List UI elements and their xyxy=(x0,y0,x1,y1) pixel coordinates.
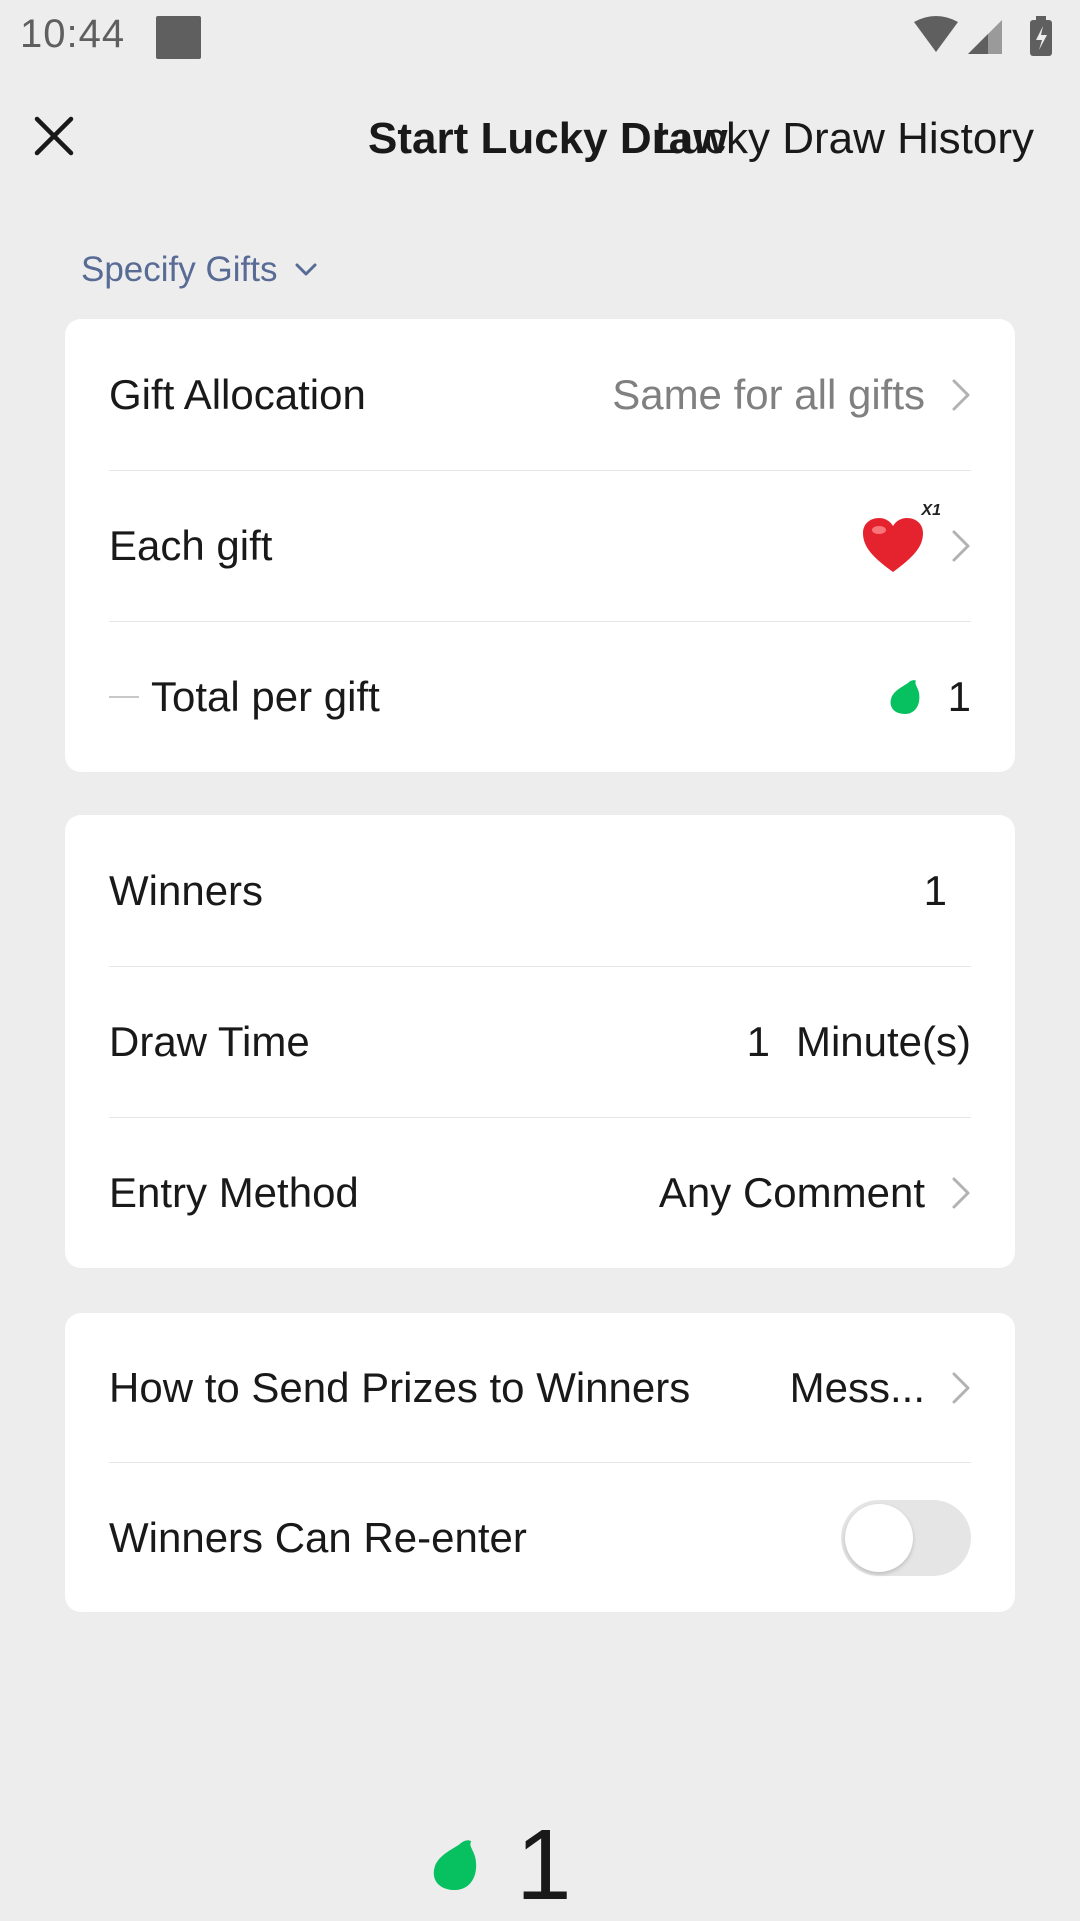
draw-time-row[interactable]: Draw Time 1 Minute(s) xyxy=(109,966,971,1117)
gift-count: X1 xyxy=(921,502,941,519)
specify-gifts-dropdown[interactable]: Specify Gifts xyxy=(81,250,317,290)
divider-dash xyxy=(109,696,139,698)
each-gift-label: Each gift xyxy=(109,522,273,569)
gift-allocation-label: Gift Allocation xyxy=(109,370,366,418)
specify-gifts-label: Specify Gifts xyxy=(81,250,278,289)
header: Start Lucky Draw Lucky Draw History xyxy=(0,76,1080,206)
total-per-gift-row: Total per gift 1 xyxy=(109,621,971,772)
history-link[interactable]: Lucky Draw History xyxy=(655,114,1034,164)
chevron-right-icon xyxy=(952,1177,970,1209)
entry-method-label: Entry Method xyxy=(109,1169,359,1216)
reenter-label: Winners Can Re-enter xyxy=(109,1513,527,1561)
wifi-icon xyxy=(914,16,958,52)
notification-icon xyxy=(156,16,201,59)
send-prizes-label: How to Send Prizes to Winners xyxy=(109,1363,691,1411)
total-per-gift-label: Total per gift xyxy=(151,673,380,720)
draw-time-label: Draw Time xyxy=(109,1018,310,1065)
status-time: 10:44 xyxy=(20,12,126,56)
coin-icon xyxy=(890,680,920,714)
coin-icon xyxy=(433,1840,477,1890)
close-icon xyxy=(34,116,74,156)
heart-gift-icon: X1 xyxy=(861,502,941,576)
prize-card: How to Send Prizes to Winners Mess... Wi… xyxy=(65,1313,1015,1612)
gift-allocation-value: Same for all gifts xyxy=(612,370,925,418)
chevron-down-icon xyxy=(295,263,317,276)
close-button[interactable] xyxy=(24,106,84,166)
chevron-right-icon xyxy=(952,1372,970,1403)
status-bar: 10:44 xyxy=(0,0,1080,76)
entry-method-row[interactable]: Entry Method Any Comment xyxy=(109,1117,971,1268)
settings-card: Winners 1 Draw Time 1 Minute(s) Entry Me… xyxy=(65,815,1015,1268)
chevron-right-icon xyxy=(952,530,970,562)
draw-time-value[interactable]: 1 xyxy=(747,1018,770,1066)
gift-allocation-row[interactable]: Gift Allocation Same for all gifts xyxy=(109,319,971,470)
bottom-total-value: 1 xyxy=(516,1809,572,1921)
total-per-gift-value: 1 xyxy=(947,673,971,720)
toggle-knob xyxy=(845,1503,913,1572)
reenter-toggle[interactable] xyxy=(841,1499,971,1576)
signal-icon xyxy=(968,20,1002,54)
winners-row[interactable]: Winners 1 xyxy=(109,815,971,966)
battery-icon xyxy=(1030,16,1052,56)
entry-method-value: Any Comment xyxy=(658,1169,925,1216)
winners-value[interactable]: 1 xyxy=(924,867,947,915)
status-icons xyxy=(912,14,1062,60)
chevron-right-icon xyxy=(952,379,970,410)
winners-label: Winners xyxy=(109,866,264,914)
draw-time-unit: Minute(s) xyxy=(795,1018,971,1065)
send-prizes-row[interactable]: How to Send Prizes to Winners Mess... xyxy=(109,1313,971,1462)
gift-card: Gift Allocation Same for all gifts Each … xyxy=(65,319,1015,772)
send-prizes-value: Mess... xyxy=(789,1363,925,1411)
reenter-row: Winners Can Re-enter xyxy=(109,1462,971,1612)
each-gift-row[interactable]: Each gift X1 xyxy=(109,470,971,621)
bottom-total: 1 xyxy=(430,1815,572,1915)
